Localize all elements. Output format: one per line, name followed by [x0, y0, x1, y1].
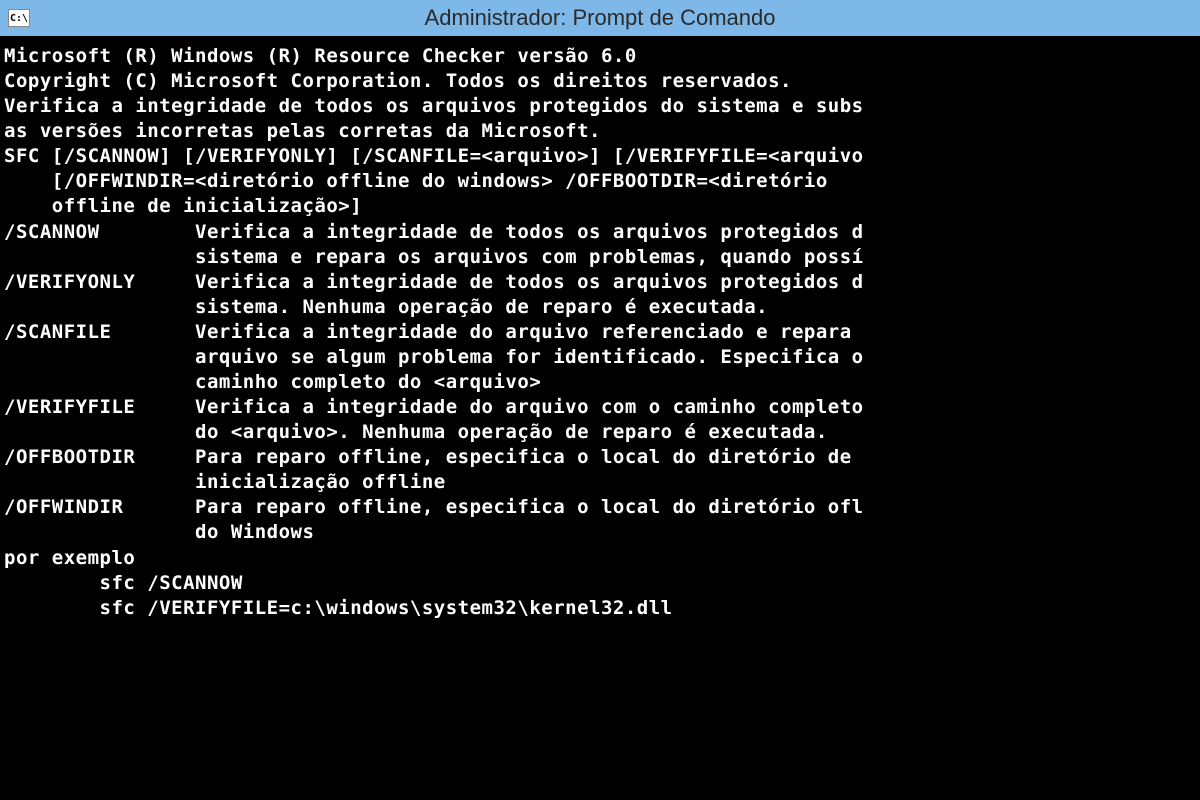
terminal-line: caminho completo do <arquivo> — [4, 370, 1196, 395]
terminal-line: offline de inicialização>] — [4, 194, 1196, 219]
terminal-line: sfc /SCANNOW — [4, 571, 1196, 596]
terminal-output[interactable]: Microsoft (R) Windows (R) Resource Check… — [0, 36, 1200, 800]
terminal-line: /VERIFYFILE Verifica a integridade do ar… — [4, 395, 1196, 420]
terminal-line: sistema e repara os arquivos com problem… — [4, 245, 1196, 270]
terminal-line: por exemplo — [4, 546, 1196, 571]
terminal-line: sistema. Nenhuma operação de reparo é ex… — [4, 295, 1196, 320]
terminal-line: Copyright (C) Microsoft Corporation. Tod… — [4, 69, 1196, 94]
cmd-icon: C:\ — [8, 9, 30, 27]
window-title: Administrador: Prompt de Comando — [425, 5, 776, 31]
terminal-line: Microsoft (R) Windows (R) Resource Check… — [4, 44, 1196, 69]
terminal-line: /OFFBOOTDIR Para reparo offline, especif… — [4, 445, 1196, 470]
terminal-line: arquivo se algum problema for identifica… — [4, 345, 1196, 370]
terminal-line: do <arquivo>. Nenhuma operação de reparo… — [4, 420, 1196, 445]
terminal-line: /VERIFYONLY Verifica a integridade de to… — [4, 270, 1196, 295]
command-prompt-window: C:\ Administrador: Prompt de Comando Mic… — [0, 0, 1200, 800]
terminal-line: [/OFFWINDIR=<diretório offline do window… — [4, 169, 1196, 194]
terminal-line: /SCANNOW Verifica a integridade de todos… — [4, 220, 1196, 245]
terminal-line: Verifica a integridade de todos os arqui… — [4, 94, 1196, 119]
terminal-line: /SCANFILE Verifica a integridade do arqu… — [4, 320, 1196, 345]
titlebar[interactable]: C:\ Administrador: Prompt de Comando — [0, 0, 1200, 36]
terminal-line: do Windows — [4, 520, 1196, 545]
terminal-line: SFC [/SCANNOW] [/VERIFYONLY] [/SCANFILE=… — [4, 144, 1196, 169]
terminal-line: sfc /VERIFYFILE=c:\windows\system32\kern… — [4, 596, 1196, 621]
terminal-line: as versões incorretas pelas corretas da … — [4, 119, 1196, 144]
terminal-line: /OFFWINDIR Para reparo offline, especifi… — [4, 495, 1196, 520]
terminal-line: inicialização offline — [4, 470, 1196, 495]
